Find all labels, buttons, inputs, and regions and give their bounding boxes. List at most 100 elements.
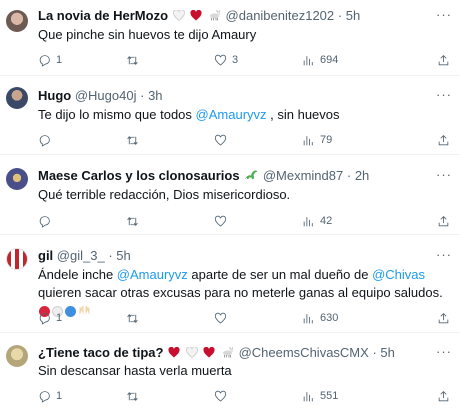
more-options-icon[interactable]: ··· [436,247,452,262]
tweet-header: La novia de HerMozo @danibenitez1202 · 5… [38,8,436,25]
reply-button[interactable]: 1 [38,52,62,68]
reply-icon [39,215,50,228]
retweet-icon [127,55,138,65]
more-options-icon[interactable]: ··· [436,167,452,182]
display-name[interactable]: Hugo [38,88,71,103]
tweet-header: Hugo @Hugo40j · 3h [38,88,436,104]
reply-button[interactable] [38,132,51,148]
like-count: 3 [232,54,239,66]
avatar[interactable] [6,345,28,367]
display-name[interactable]: ¿Tiene taco de tipa? [38,345,163,360]
like-icon [214,312,227,324]
more-options-icon[interactable]: ··· [436,87,452,102]
like-icon [214,390,227,402]
avatar[interactable] [6,168,28,190]
handle[interactable]: @Mexmind87 [263,168,343,183]
share-button[interactable] [437,132,450,148]
tweet[interactable]: ¿Tiene taco de tipa? @CheemsChivasCMX · … [0,333,460,415]
views-button[interactable]: 694 [302,52,338,68]
tweet-text: Qué terrible redacción, Dios misericordi… [38,187,291,202]
handle[interactable]: @Hugo40j [75,88,137,103]
retweet-button[interactable] [126,213,139,229]
sauropod-icon [244,169,258,185]
display-name[interactable]: Maese Carlos y los clonosaurios [38,168,240,183]
share-button[interactable] [437,213,450,229]
timestamp[interactable]: 5h [346,8,360,23]
reply-button[interactable] [38,213,51,229]
like-icon [214,134,227,146]
retweet-icon [127,391,138,401]
views-icon [303,216,313,226]
share-icon [438,312,449,323]
views-button[interactable]: 79 [302,132,332,148]
reply-button[interactable]: 1 [38,310,62,326]
mention-link[interactable]: @Amauryvz [117,267,188,282]
tweet-actions: 79 [38,132,450,148]
view-count: 630 [320,312,339,324]
retweet-button[interactable] [126,132,139,148]
like-icon [214,54,227,66]
avatar[interactable] [6,87,28,109]
separator: · [346,168,352,183]
tweet[interactable]: gil @gil_3_ · 5h ··· Ándele inche @Amaur… [0,235,460,333]
retweet-button[interactable] [126,52,139,68]
tweet[interactable]: Hugo @Hugo40j · 3h ··· Te dijo lo mismo … [0,76,460,155]
tweet-actions: 1 551 [38,388,450,404]
like-button[interactable] [214,213,227,229]
timestamp[interactable]: 5h [380,345,394,360]
more-options-icon[interactable]: ··· [436,344,452,359]
display-name[interactable]: La novia de HerMozo [38,8,168,23]
like-button[interactable]: 3 [214,52,238,68]
tweet-text: Te dijo lo mismo que todos @Amauryvz , s… [38,107,448,123]
tweet-text: Sin descansar hasta verla muerta [38,363,232,378]
like-button[interactable] [214,388,227,404]
share-button[interactable] [437,310,450,326]
handle[interactable]: @gil_3_ [57,248,105,263]
share-button[interactable] [437,52,450,68]
reply-count: 1 [56,312,63,324]
tweet[interactable]: Maese Carlos y los clonosaurios @Mexmind… [0,155,460,235]
tweet-header: gil @gil_3_ · 5h [38,248,436,264]
handle[interactable]: @danibenitez1202 [226,8,335,23]
timestamp[interactable]: 2h [355,168,369,183]
timestamp[interactable]: 5h [116,248,130,263]
red-heart-icon [190,9,202,25]
retweet-icon [127,313,138,323]
reply-icon [39,312,50,325]
reply-count: 1 [56,390,63,402]
view-count: 551 [320,390,339,402]
avatar[interactable] [6,10,28,32]
like-button[interactable] [214,310,227,326]
like-button[interactable] [214,132,227,148]
views-icon [303,313,313,323]
text-segment: Te dijo lo mismo que todos [38,107,196,122]
view-count: 694 [320,54,339,66]
share-icon [438,54,449,65]
tweet[interactable]: La novia de HerMozo @danibenitez1202 · 5… [0,0,460,76]
tweet-actions: 1 3 694 [38,52,450,68]
more-options-icon[interactable]: ··· [436,7,452,22]
views-button[interactable]: 42 [302,213,332,229]
share-button[interactable] [437,388,450,404]
reply-button[interactable]: 1 [38,388,62,404]
retweet-button[interactable] [126,310,139,326]
display-name[interactable]: gil [38,248,53,263]
mention-link[interactable]: @Chivas [372,267,425,282]
handle[interactable]: @CheemsChivasCMX [239,345,369,360]
view-count: 42 [320,215,333,227]
views-button[interactable]: 551 [302,388,338,404]
separator: · [140,88,145,103]
timestamp[interactable]: 3h [148,88,162,103]
text-segment: quieren sacar otras excusas para no mete… [38,285,443,300]
tweet-header: ¿Tiene taco de tipa? @CheemsChivasCMX · … [38,345,436,362]
like-icon [214,215,227,227]
mention-link[interactable]: @Amauryvz [196,107,267,122]
text-segment: , sin huevos [266,107,340,122]
white-heart-icon [172,9,185,25]
reply-icon [39,134,50,147]
avatar[interactable] [6,248,28,270]
reply-icon [39,54,50,67]
separator: · [372,345,377,360]
views-button[interactable]: 630 [302,310,338,326]
retweet-button[interactable] [126,388,139,404]
